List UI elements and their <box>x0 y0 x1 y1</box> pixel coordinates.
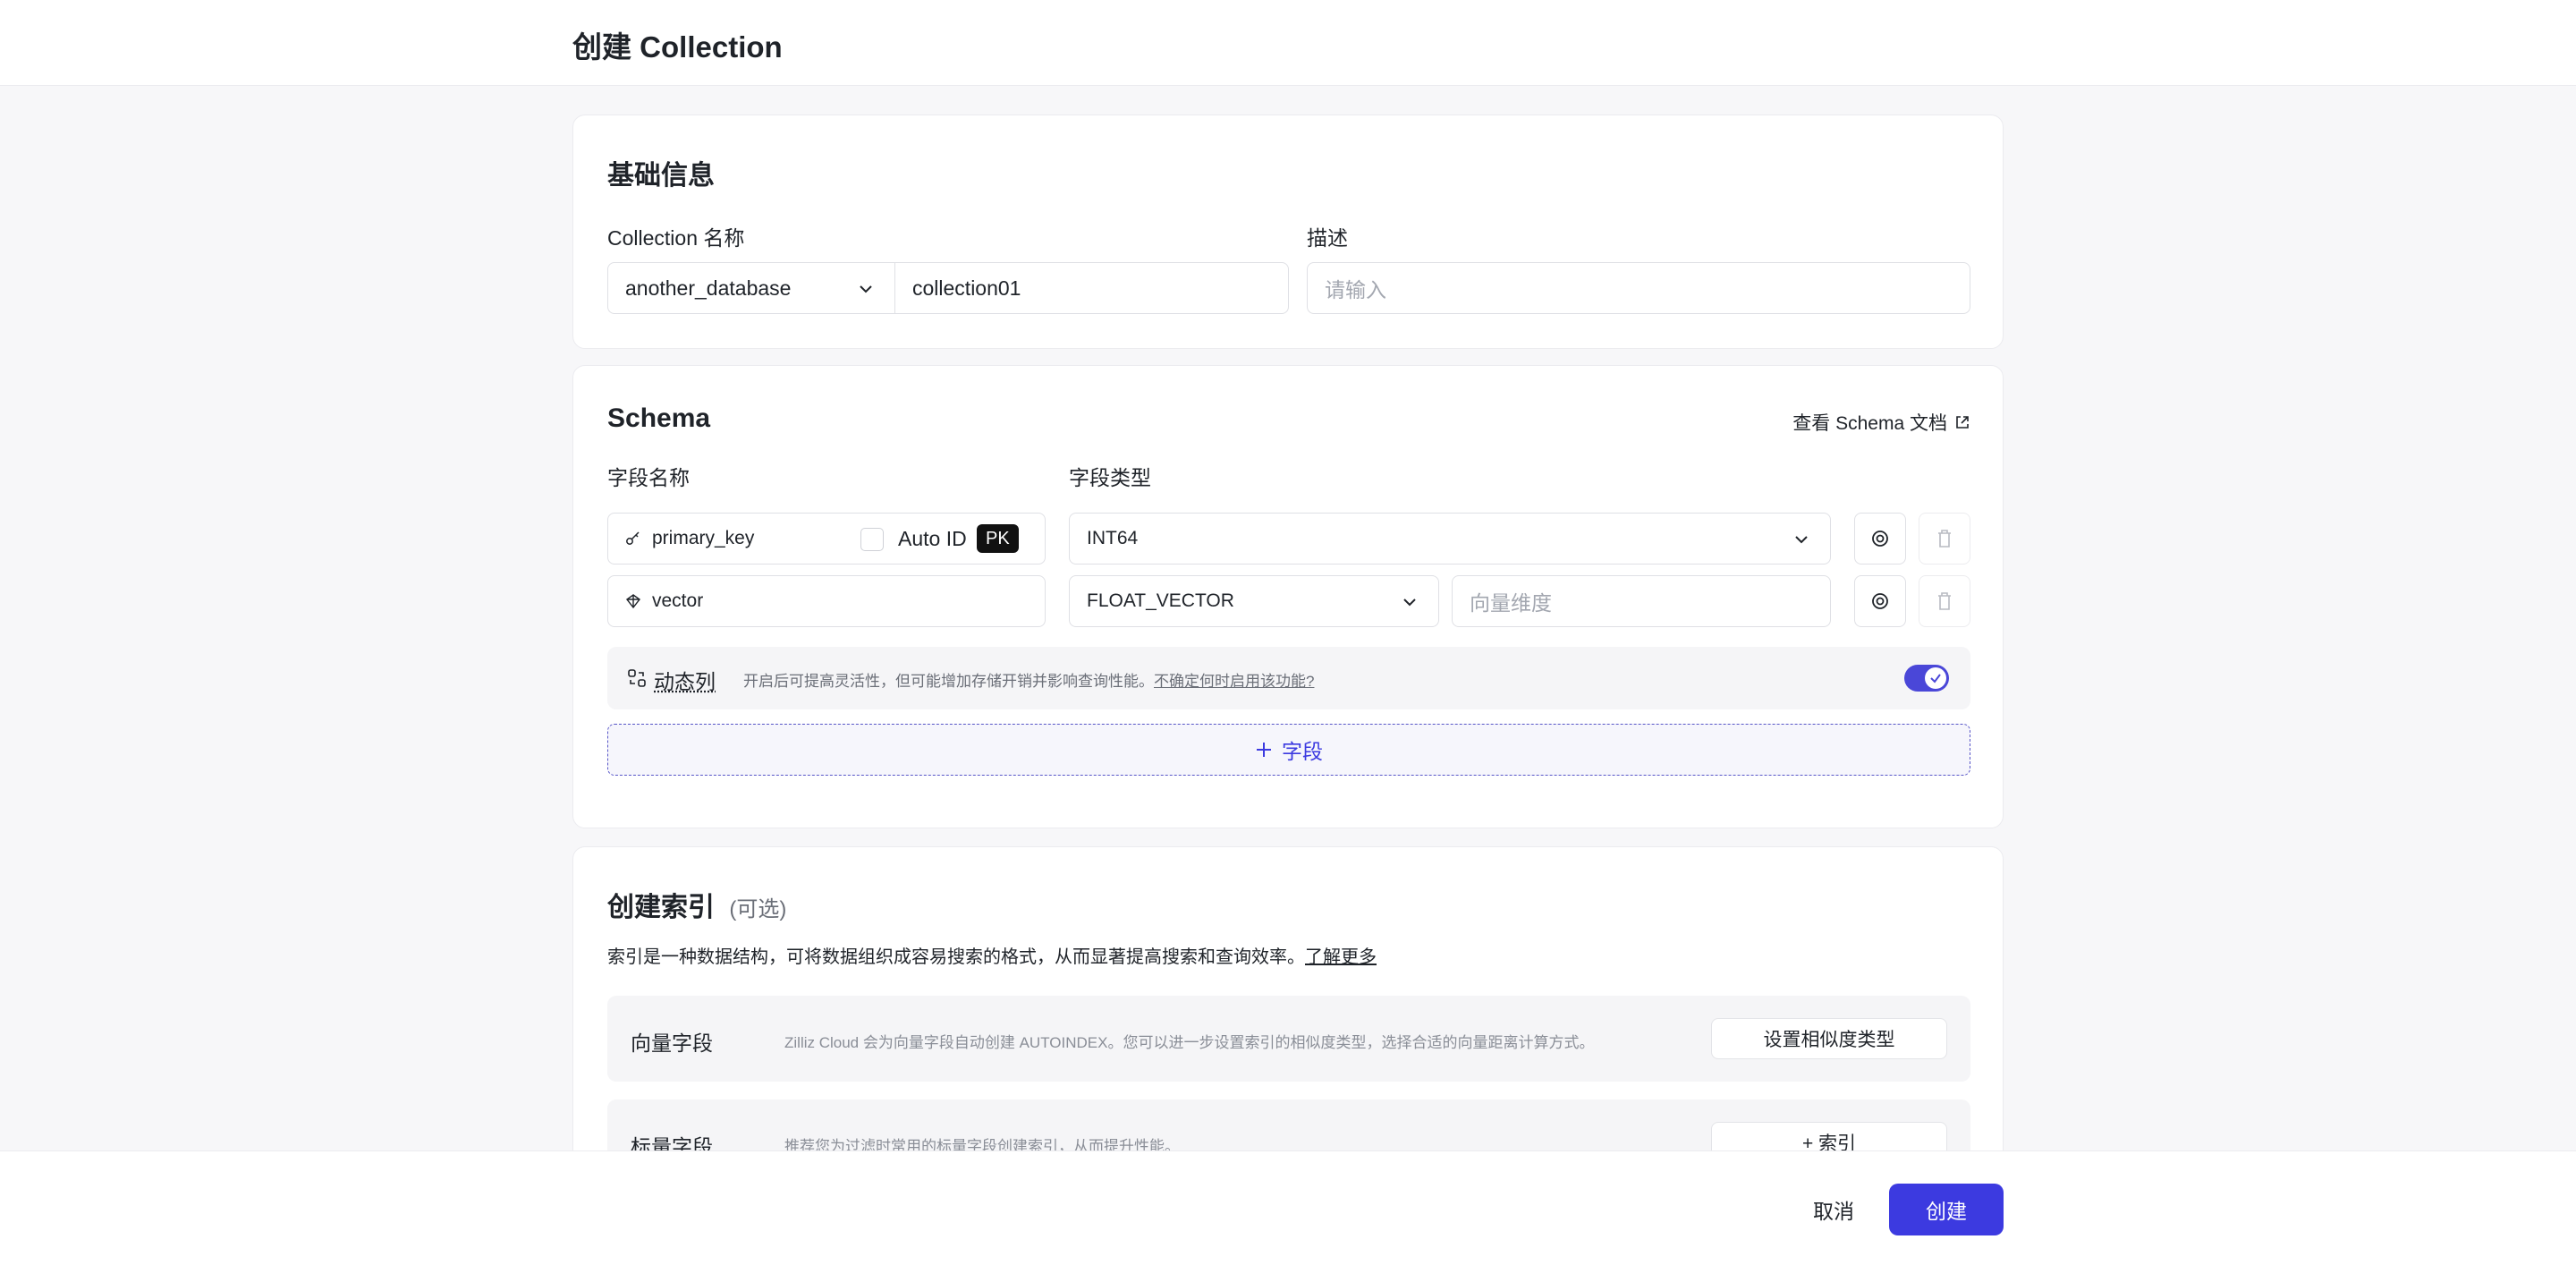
top-bar: 创建 Collection <box>0 0 2576 86</box>
index-title-text: 创建索引 <box>607 893 715 922</box>
check-icon <box>1930 674 1941 683</box>
chevron-down-icon <box>1403 599 1416 607</box>
field-type-select-vector[interactable]: FLOAT_VECTOR <box>1069 575 1439 627</box>
settings-icon <box>1872 593 1888 609</box>
toggle-knob <box>1925 667 1946 689</box>
add-field-button[interactable]: 字段 <box>607 724 1970 776</box>
vector-icon <box>625 594 641 609</box>
field-name-value: vector <box>652 590 704 611</box>
field-type-header: 字段类型 <box>1069 466 1151 489</box>
vector-dim-input[interactable]: 向量维度 <box>1452 575 1831 627</box>
field-type-select-primary[interactable]: INT64 <box>1069 513 1831 565</box>
dynamic-field-toggle[interactable] <box>1904 665 1949 692</box>
vector-dim-placeholder: 向量维度 <box>1470 591 1552 615</box>
key-icon <box>626 531 640 545</box>
basic-info-card: 基础信息 Collection 名称 another_database coll… <box>572 115 2004 349</box>
field-name-input-primary[interactable]: primary_key Auto ID PK <box>607 513 1046 565</box>
chevron-down-icon <box>1795 536 1808 544</box>
footer-bar: 取消 创建 <box>0 1150 2576 1265</box>
field-name-header: 字段名称 <box>607 466 690 489</box>
schema-title: Schema <box>607 403 711 433</box>
trash-icon <box>1938 592 1951 610</box>
dynamic-field-row: 动态列 开启后可提高灵活性，但可能增加存储开销并影响查询性能。不确定何时启用该功… <box>607 647 1970 709</box>
field-settings-button[interactable] <box>1854 513 1906 565</box>
collection-name-input[interactable]: collection01 <box>894 262 1289 314</box>
field-settings-button[interactable] <box>1854 575 1906 627</box>
plus-icon <box>1257 743 1271 757</box>
dynamic-field-label: 动态列 <box>654 670 716 693</box>
cancel-button[interactable]: 取消 <box>1798 1184 1869 1235</box>
learn-more-link[interactable]: 了解更多 <box>1305 947 1377 967</box>
description-placeholder: 请输入 <box>1325 278 1386 301</box>
index-desc: 索引是一种数据结构，可将数据组织成容易搜索的格式，从而显著提高搜索和查询效率。了… <box>607 942 1377 968</box>
settings-icon <box>1872 531 1888 547</box>
schema-doc-link-label: 查看 Schema 文档 <box>1792 413 1947 434</box>
add-field-label: 字段 <box>1282 740 1323 763</box>
create-button[interactable]: 创建 <box>1889 1184 2004 1235</box>
vector-index-desc: Zilliz Cloud 会为向量字段自动创建 AUTOINDEX。您可以进一步… <box>784 1034 1595 1051</box>
set-metric-type-button[interactable]: 设置相似度类型 <box>1711 1018 1947 1059</box>
index-desc-text: 索引是一种数据结构，可将数据组织成容易搜索的格式，从而显著提高搜索和查询效率。 <box>607 947 1305 967</box>
field-name-value: primary_key <box>652 528 755 548</box>
dynamic-field-icon <box>628 669 646 687</box>
dynamic-field-desc-text: 开启后可提高灵活性，但可能增加存储开销并影响查询性能。 <box>743 673 1154 690</box>
collection-name-label: Collection 名称 <box>607 226 745 250</box>
database-select[interactable]: another_database <box>607 262 895 314</box>
vector-index-row: 向量字段 Zilliz Cloud 会为向量字段自动创建 AUTOINDEX。您… <box>607 996 1970 1082</box>
page-title: 创建 Collection <box>572 30 783 64</box>
basic-info-title: 基础信息 <box>607 161 715 191</box>
pk-badge: PK <box>977 524 1019 553</box>
external-link-icon <box>1956 416 1969 429</box>
auto-id-checkbox[interactable] <box>860 528 884 551</box>
auto-id-label: Auto ID <box>898 527 967 550</box>
index-title: 创建索引 (可选) <box>607 885 786 924</box>
dynamic-field-help-link[interactable]: 不确定何时启用该功能? <box>1154 673 1314 690</box>
description-input[interactable]: 请输入 <box>1307 262 1970 314</box>
schema-card: Schema 查看 Schema 文档 字段名称 字段类型 primary_ke… <box>572 365 2004 828</box>
field-type-value: INT64 <box>1087 528 1139 548</box>
database-select-value: another_database <box>625 276 792 300</box>
delete-field-button[interactable] <box>1919 575 1970 627</box>
vector-index-label: 向量字段 <box>631 1032 713 1055</box>
collection-name-value: collection01 <box>912 276 1021 300</box>
dynamic-field-desc: 开启后可提高灵活性，但可能增加存储开销并影响查询性能。不确定何时启用该功能? <box>743 668 1314 691</box>
delete-field-button[interactable] <box>1919 513 1970 565</box>
description-label: 描述 <box>1307 226 1348 250</box>
field-type-value: FLOAT_VECTOR <box>1087 590 1234 611</box>
schema-doc-link[interactable]: 查看 Schema 文档 <box>1792 409 1970 436</box>
index-optional: (可选) <box>729 897 787 921</box>
chevron-down-icon <box>860 285 872 293</box>
trash-icon <box>1938 530 1951 548</box>
field-name-input-vector[interactable]: vector <box>607 575 1046 627</box>
